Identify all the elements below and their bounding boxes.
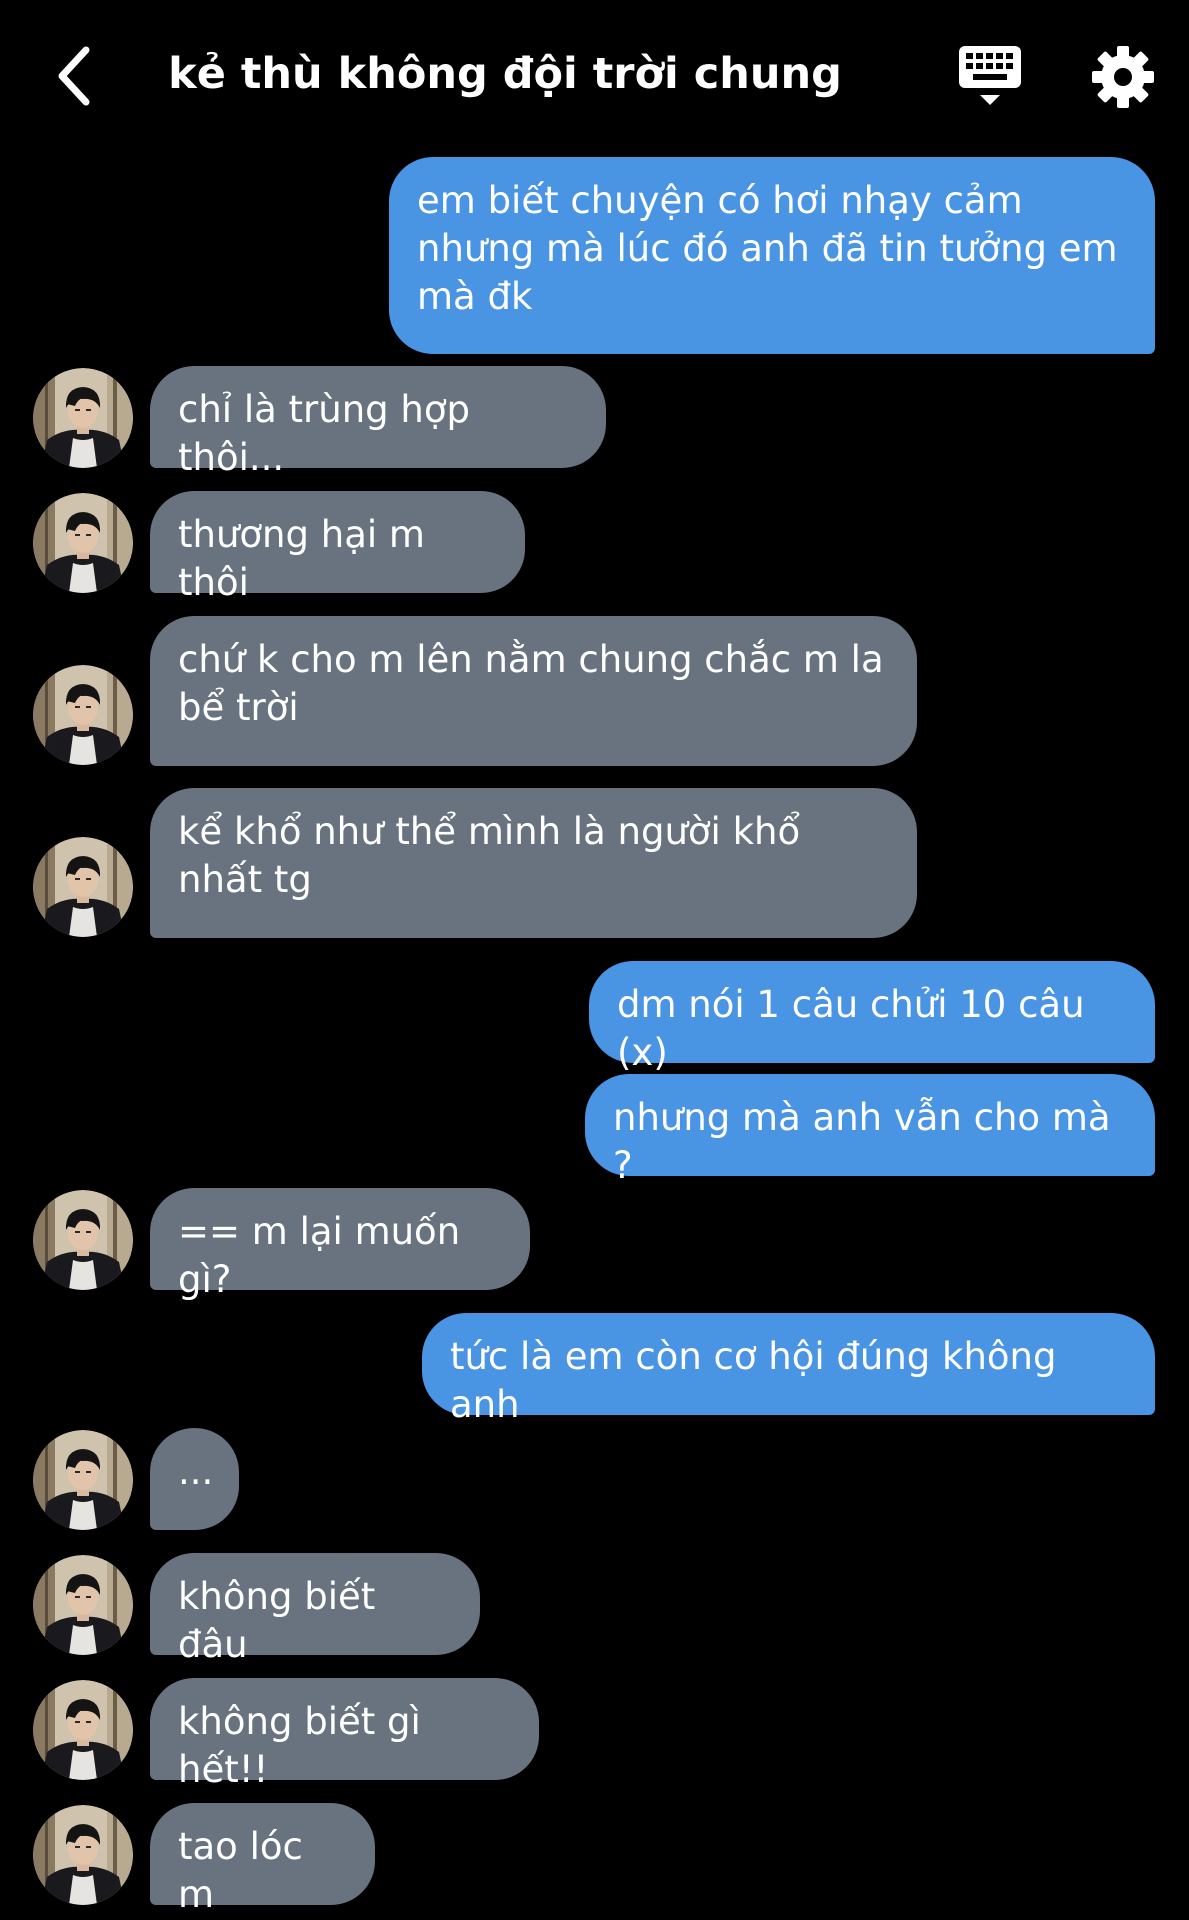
avatar[interactable] <box>33 1805 133 1905</box>
avatar[interactable] <box>33 837 133 937</box>
incoming-message[interactable]: không biết đâu <box>150 1553 480 1666</box>
outgoing-message[interactable]: em biết chuyện có hơi nhạy cảm nhưng mà … <box>389 157 1155 354</box>
chat-title: kẻ thù không đội trời chung <box>168 49 842 99</box>
avatar[interactable] <box>33 665 133 765</box>
keyboard-button[interactable] <box>955 42 1025 110</box>
incoming-message[interactable]: chứ k cho m lên nằm chung chắc m la bể t… <box>150 616 917 766</box>
keyboard-icon <box>959 46 1021 105</box>
outgoing-message[interactable]: nhưng mà anh vẫn cho mà ? <box>585 1074 1155 1187</box>
gear-icon <box>1092 46 1154 108</box>
avatar[interactable] <box>33 368 133 468</box>
incoming-message[interactable]: ... <box>150 1428 239 1530</box>
incoming-message[interactable]: thương hại m thôi <box>150 491 525 604</box>
avatar[interactable] <box>33 1680 133 1780</box>
incoming-message[interactable]: == m lại muốn gì? <box>150 1188 530 1301</box>
incoming-message[interactable]: kể khổ như thể mình là người khổ nhất tg <box>150 788 917 938</box>
avatar[interactable] <box>33 493 133 593</box>
incoming-message[interactable]: không biết gì hết!! <box>150 1678 539 1791</box>
avatar[interactable] <box>33 1555 133 1655</box>
outgoing-message[interactable]: dm nói 1 câu chửi 10 câu (x) <box>589 961 1155 1074</box>
back-button[interactable] <box>38 40 110 112</box>
incoming-message[interactable]: tao lóc m <box>150 1803 375 1916</box>
avatar[interactable] <box>33 1430 133 1530</box>
settings-button[interactable] <box>1090 44 1156 110</box>
incoming-message[interactable]: chỉ là trùng hợp thôi... <box>150 366 606 479</box>
chat-header: kẻ thù không đội trời chung <box>0 0 1189 150</box>
avatar[interactable] <box>33 1190 133 1290</box>
outgoing-message[interactable]: tức là em còn cơ hội đúng không anh <box>422 1313 1155 1426</box>
chevron-left-icon <box>58 46 90 106</box>
